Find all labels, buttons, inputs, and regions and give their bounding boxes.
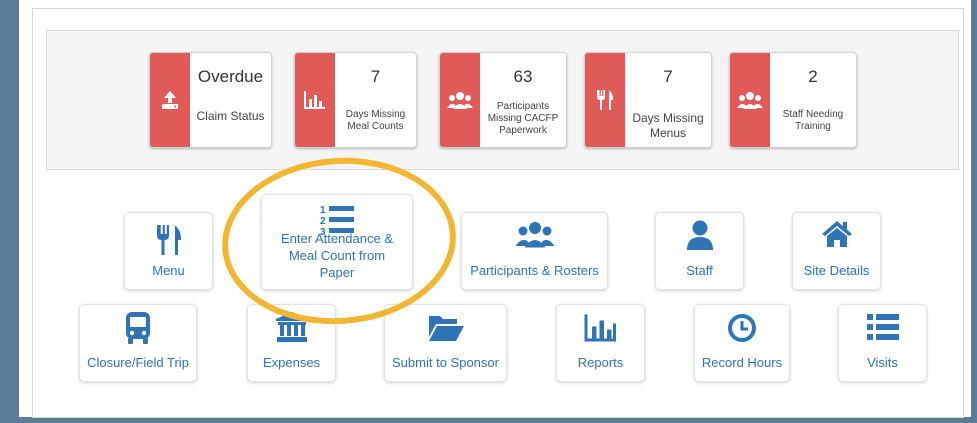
tile-label: Menu [152, 263, 185, 278]
tile-label: Expenses [262, 355, 321, 370]
bar-chart-icon [557, 313, 644, 343]
menu-button[interactable]: Menu [124, 212, 213, 290]
stat-value: 7 [663, 67, 673, 86]
stat-value: 7 [370, 67, 381, 86]
svg-text:1: 1 [320, 205, 326, 216]
stat-days-missing-menus[interactable]: 7 Days Missing Menus [584, 52, 712, 148]
expenses-button[interactable]: Expenses [247, 304, 336, 382]
staff-button[interactable]: Staff [655, 212, 744, 290]
tile-label: Site Details [803, 263, 870, 278]
left-frame [0, 0, 19, 423]
record-hours-button[interactable]: Record Hours [694, 304, 790, 382]
home-icon [793, 219, 880, 249]
tile-label: Reports [577, 355, 624, 370]
tile-label: Staff [686, 263, 713, 278]
stat-value: 63 [513, 67, 533, 86]
list-icon [839, 313, 926, 341]
tile-label: Visits [867, 355, 898, 370]
stat-label: Claim Status [196, 109, 265, 123]
stat-days-missing-meal-counts[interactable]: 7 Days Missing Meal Counts [294, 52, 417, 148]
users-icon [462, 219, 607, 249]
svg-text:2: 2 [320, 216, 326, 227]
users-icon [440, 53, 480, 147]
utensils-icon [125, 223, 212, 257]
enter-attendance-button[interactable]: 123 Enter Attendance & Meal Count from P… [261, 194, 413, 290]
visits-button[interactable]: Visits [838, 304, 927, 382]
folder-open-icon [385, 313, 506, 343]
users-icon [730, 53, 770, 147]
stat-value: 2 [808, 67, 818, 86]
site-details-button[interactable]: Site Details [792, 212, 881, 290]
bank-icon [248, 311, 335, 343]
tile-label: Participants & Rosters [470, 263, 599, 278]
stat-staff-needing-training[interactable]: 2 Staff Needing Training [729, 52, 857, 148]
reports-button[interactable]: Reports [556, 304, 645, 382]
tile-label: Record Hours [701, 355, 783, 370]
submit-to-sponsor-button[interactable]: Submit to Sponsor [384, 304, 507, 382]
right-frame [971, 0, 977, 423]
closure-field-trip-button[interactable]: Closure/Field Trip [79, 304, 197, 382]
stat-label: Days Missing Menus [632, 111, 704, 140]
stat-label: Participants Missing CACFP Paperwork [487, 101, 559, 136]
tile-label: Enter Attendance & Meal Count from Paper [280, 231, 394, 280]
stat-label: Staff Needing Training [782, 109, 844, 132]
stat-participants-missing-paperwork[interactable]: 63 Participants Missing CACFP Paperwork [439, 52, 567, 148]
clock-icon [695, 313, 789, 343]
upload-icon [150, 53, 190, 147]
tile-label: Submit to Sponsor [392, 355, 499, 370]
tile-label: Closure/Field Trip [87, 355, 189, 370]
participants-rosters-button[interactable]: Participants & Rosters [461, 212, 608, 290]
stat-claim-status[interactable]: Overdue Claim Status [149, 52, 272, 148]
utensils-icon [585, 53, 625, 147]
bar-chart-icon [295, 53, 335, 147]
user-icon [656, 219, 743, 251]
bus-icon [80, 311, 196, 345]
stat-value: Overdue [197, 67, 264, 86]
stat-label: Days Missing Meal Counts [345, 109, 406, 132]
